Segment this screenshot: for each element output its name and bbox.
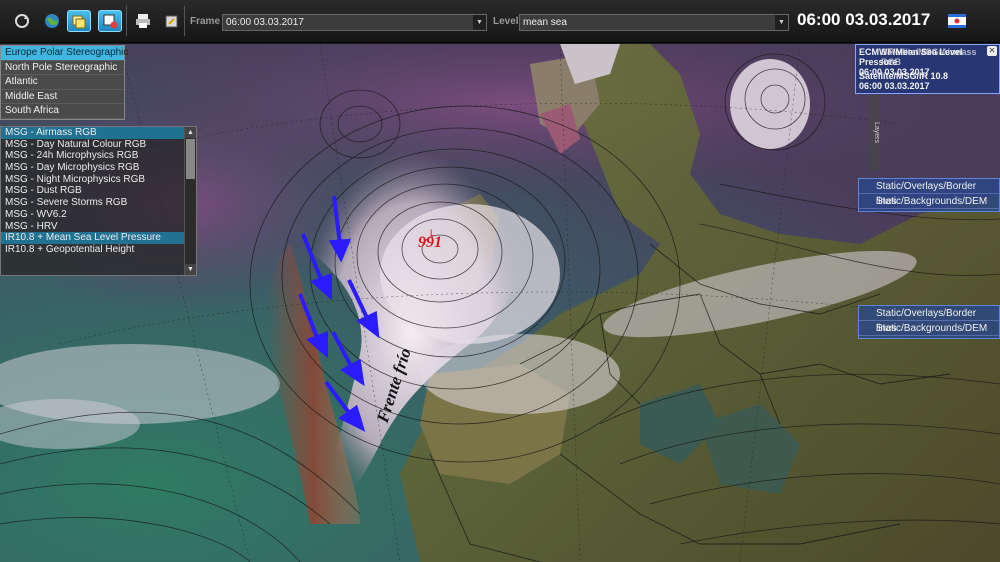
map-canvas: L [0, 44, 1000, 562]
product-item[interactable]: MSG - Severe Storms RGB [1, 197, 196, 209]
product-scrollbar[interactable]: ▲ ▼ [184, 127, 196, 275]
print-icon[interactable] [131, 10, 155, 32]
frame-select[interactable]: 06:00 03.03.2017 ▼ [222, 14, 487, 31]
close-icon[interactable]: ✕ [987, 46, 997, 56]
scroll-thumb[interactable] [186, 139, 195, 179]
chevron-down-icon: ▼ [473, 15, 486, 30]
projection-item[interactable]: South Africa [1, 104, 124, 119]
layer-title: Satellite/MSG/IR 10.8 [859, 71, 949, 81]
globe-icon[interactable] [40, 10, 64, 32]
background-layer-item[interactable]: Static/Overlays/Border lines [859, 179, 999, 207]
background-layer-item[interactable]: Static/Backgrounds/DEM [859, 194, 999, 209]
active-layers-panel: ECMWF/Mean Sea Level Pressure Satellite/… [855, 44, 1000, 94]
layers-icon[interactable] [67, 10, 91, 32]
toolbar-separator [126, 6, 127, 36]
product-item[interactable]: MSG - HRV [1, 221, 196, 233]
layer-ghost-title: Satellite/MSG/Airmass RGB [881, 47, 977, 67]
product-item[interactable]: IR10.8 + Mean Sea Level Pressure [1, 232, 196, 244]
layer-row[interactable]: Satellite/MSG/IR 10.8 06:00 03.03.2017 [856, 69, 999, 93]
frame-value: 06:00 03.03.2017 [226, 17, 304, 28]
projection-item[interactable]: Middle East [1, 90, 124, 105]
product-list: MSG - Airmass RGB MSG - Day Natural Colo… [0, 126, 197, 276]
product-item[interactable]: MSG - Dust RGB [1, 185, 196, 197]
flag-icon[interactable] [945, 10, 969, 32]
product-item[interactable]: MSG - WV6.2 [1, 209, 196, 221]
product-item[interactable]: MSG - 24h Microphysics RGB [1, 150, 196, 162]
background-layer-item[interactable]: Static/Overlays/Border lines [859, 306, 999, 334]
product-item[interactable]: MSG - Airmass RGB [1, 127, 196, 139]
current-datetime: 06:00 03.03.2017 [797, 10, 931, 29]
level-select[interactable]: mean sea ▼ [519, 14, 789, 31]
projection-item[interactable]: Europe Polar Stereographic [1, 46, 128, 61]
chevron-down-icon: ▼ [775, 15, 788, 30]
pressure-center-label: 991 [418, 234, 442, 251]
toolbar: Frame 06:00 03.03.2017 ▼ Level mean sea … [0, 0, 1000, 43]
background-layers-panel: Static/Overlays/Border lines Static/Back… [858, 305, 1000, 339]
refresh-icon[interactable] [10, 10, 34, 32]
product-item[interactable]: MSG - Day Natural Colour RGB [1, 139, 196, 151]
projection-item[interactable]: North Pole Stereographic [1, 61, 124, 76]
satellite-map[interactable]: L 991 Frente frío [0, 44, 1000, 562]
frame-label: Frame [190, 16, 221, 27]
level-label: Level [493, 16, 519, 27]
map-settings-icon[interactable] [98, 10, 122, 32]
product-item[interactable]: MSG - Day Microphysics RGB [1, 162, 196, 174]
layers-tab[interactable]: Layers [868, 95, 880, 170]
cloud-vortex-north [730, 59, 810, 149]
product-item[interactable]: IR10.8 + Geopotential Height [1, 244, 196, 256]
background-layers-panel: Static/Overlays/Border lines Static/Back… [858, 178, 1000, 212]
projection-item[interactable]: Atlantic [1, 75, 124, 90]
layer-row[interactable]: ECMWF/Mean Sea Level Pressure Satellite/… [856, 45, 999, 77]
export-icon[interactable] [160, 10, 184, 32]
scroll-down-icon[interactable]: ▼ [185, 264, 196, 275]
layer-time: 06:00 03.03.2017 [859, 81, 930, 91]
scroll-up-icon[interactable]: ▲ [185, 127, 196, 138]
product-item[interactable]: MSG - Night Microphysics RGB [1, 174, 196, 186]
toolbar-separator [184, 6, 185, 36]
cloud-over-iberia [420, 334, 620, 414]
projection-menu: Europe Polar Stereographic North Pole St… [0, 45, 128, 120]
level-value: mean sea [523, 17, 567, 28]
low-pressure-cloud [380, 204, 560, 344]
background-layer-item[interactable]: Static/Backgrounds/DEM [859, 321, 999, 336]
